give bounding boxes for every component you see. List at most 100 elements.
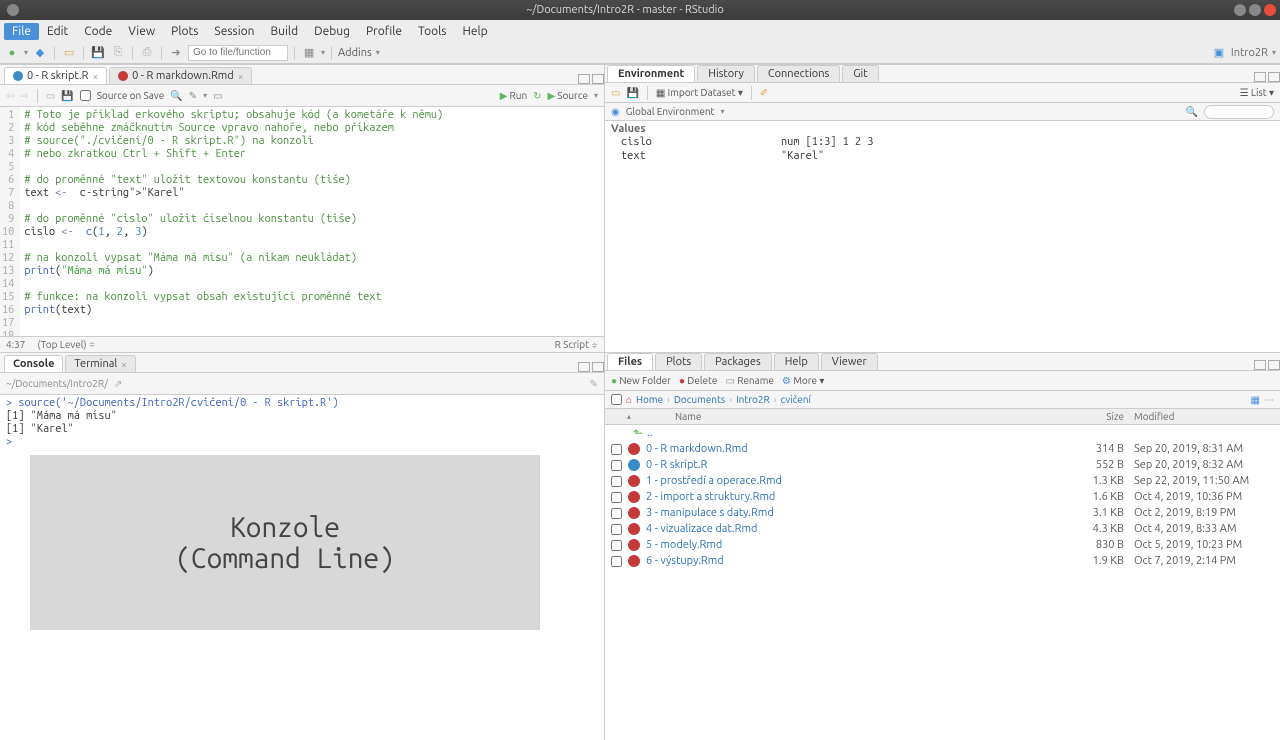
save-workspace-icon[interactable]: 💾 (626, 87, 638, 99)
menu-build[interactable]: Build (263, 23, 307, 40)
file-row[interactable]: 5 - modely.Rmd830 BOct 5, 2019, 10:23 PM (605, 537, 1280, 553)
file-row[interactable]: 2 - import a struktury.Rmd1.6 KBOct 4, 2… (605, 489, 1280, 505)
rename-button[interactable]: ▭ Rename (725, 375, 773, 387)
code-editor[interactable]: 123456789101112131415161718 # Toto je př… (0, 107, 604, 336)
col-size[interactable]: Size (1044, 411, 1124, 422)
file-name[interactable]: 6 - výstupy.Rmd (646, 555, 1044, 567)
wand-icon[interactable]: ✎ (189, 90, 197, 102)
file-name[interactable]: 1 - prostředí a operace.Rmd (646, 475, 1044, 487)
file-checkbox[interactable] (611, 444, 622, 455)
show-in-new-icon[interactable]: ▭ (46, 90, 55, 102)
goto-input[interactable] (188, 45, 288, 61)
tab-packages[interactable]: Packages (704, 353, 772, 370)
tab-help[interactable]: Help (774, 353, 819, 370)
file-row[interactable]: 0 - R skript.R552 BSep 20, 2019, 8:32 AM (605, 457, 1280, 473)
tab-viewer[interactable]: Viewer (821, 353, 878, 370)
tab-connections[interactable]: Connections (757, 65, 840, 82)
col-name[interactable]: Name (635, 411, 1044, 422)
menu-session[interactable]: Session (206, 23, 262, 40)
col-modified[interactable]: Modified (1124, 411, 1274, 422)
save-icon[interactable]: 💾 (61, 90, 73, 102)
more-button[interactable]: ⚙ More ▾ (782, 375, 824, 387)
list-view-button[interactable]: ☰ List ▾ (1240, 87, 1274, 99)
menu-plots[interactable]: Plots (163, 23, 206, 40)
breadcrumb-intro2r[interactable]: Intro2R (736, 394, 770, 405)
breadcrumb-cviceni[interactable]: cvičení (781, 394, 811, 405)
minimize-pane-icon[interactable] (578, 362, 590, 372)
minimize-button[interactable] (1234, 4, 1246, 16)
env-scope-selector[interactable]: Global Environment (626, 106, 715, 117)
tab-rmd[interactable]: 0 - R markdown.Rmd × (109, 67, 252, 84)
menu-file[interactable]: File (4, 23, 39, 40)
find-icon[interactable]: 🔍 (170, 90, 182, 102)
file-name[interactable]: 0 - R markdown.Rmd (646, 443, 1044, 455)
console-popout-icon[interactable]: ⇗ (114, 378, 122, 390)
minimize-pane-icon[interactable] (578, 74, 590, 84)
file-name[interactable]: 4 - vizualizace dat.Rmd (646, 523, 1044, 535)
maximize-button[interactable] (1249, 4, 1261, 16)
source-on-save-checkbox[interactable] (80, 90, 91, 101)
file-checkbox[interactable] (611, 460, 622, 471)
file-checkbox[interactable] (611, 492, 622, 503)
back-icon[interactable]: ⇦ (6, 90, 14, 102)
project-name[interactable]: Intro2R (1231, 47, 1268, 59)
tab-console[interactable]: Console (4, 355, 63, 372)
file-name[interactable]: 5 - modely.Rmd (646, 539, 1044, 551)
tab-git[interactable]: Git (842, 65, 878, 82)
rerun-icon[interactable]: ↻ (533, 90, 541, 102)
tab-r-script[interactable]: 0 - R skript.R × (4, 67, 107, 84)
forward-icon[interactable]: ⇨ (20, 90, 28, 102)
file-checkbox[interactable] (611, 524, 622, 535)
file-row[interactable]: 6 - výstupy.Rmd1.9 KBOct 7, 2019, 2:14 P… (605, 553, 1280, 569)
env-variable[interactable]: text"Karel" (611, 149, 1274, 163)
maximize-pane-icon[interactable] (1268, 72, 1280, 82)
breadcrumb-home[interactable]: Home (636, 394, 663, 405)
more-icon[interactable]: ⋯ (1264, 394, 1274, 406)
menu-code[interactable]: Code (76, 23, 120, 40)
search-input[interactable] (1204, 105, 1274, 119)
file-row-up[interactable]: ⬑ .. (605, 425, 1280, 441)
report-icon[interactable]: ▭ (213, 90, 222, 102)
menu-help[interactable]: Help (454, 23, 495, 40)
scope-label[interactable]: (Top Level) (37, 339, 86, 350)
tab-plots[interactable]: Plots (655, 353, 702, 370)
menu-profile[interactable]: Profile (358, 23, 410, 40)
menu-edit[interactable]: Edit (39, 23, 76, 40)
menu-debug[interactable]: Debug (306, 23, 358, 40)
source-button[interactable]: ▶Source (548, 90, 588, 102)
close-tab-icon[interactable]: × (238, 71, 244, 82)
file-row[interactable]: 3 - manipulace s daty.Rmd3.1 KBOct 2, 20… (605, 505, 1280, 521)
breadcrumb-documents[interactable]: Documents (674, 394, 725, 405)
clear-env-icon[interactable]: ✐ (760, 87, 768, 99)
file-row[interactable]: 4 - vizualizace dat.Rmd4.3 KBOct 4, 2019… (605, 521, 1280, 537)
file-name[interactable]: 3 - manipulace s daty.Rmd (646, 507, 1044, 519)
menu-tools[interactable]: Tools (410, 23, 455, 40)
tab-terminal[interactable]: Terminal× (65, 355, 135, 372)
env-variable[interactable]: cislonum [1:3] 1 2 3 (611, 135, 1274, 149)
tab-environment[interactable]: Environment (607, 65, 695, 82)
select-all-checkbox[interactable] (611, 394, 622, 405)
maximize-pane-icon[interactable] (592, 362, 604, 372)
tab-files[interactable]: Files (607, 353, 653, 370)
minimize-pane-icon[interactable] (1254, 360, 1266, 370)
file-checkbox[interactable] (611, 508, 622, 519)
file-row[interactable]: 0 - R markdown.Rmd314 BSep 20, 2019, 8:3… (605, 441, 1280, 457)
close-tab-icon[interactable]: × (92, 71, 98, 82)
save-icon[interactable]: 💾 (90, 45, 106, 61)
open-file-icon[interactable]: ▭ (61, 45, 77, 61)
goto-icon[interactable]: ➜ (168, 45, 184, 61)
file-checkbox[interactable] (611, 540, 622, 551)
grid-icon[interactable]: ▦ (301, 45, 317, 61)
file-name[interactable]: 2 - import a struktury.Rmd (646, 491, 1044, 503)
up-folder-icon[interactable]: ⬑ (633, 426, 643, 440)
import-dataset-button[interactable]: ▦ Import Dataset ▾ (656, 87, 743, 99)
file-name[interactable]: 0 - R skript.R (646, 459, 1044, 471)
project-icon[interactable]: ▣ (1211, 45, 1227, 61)
new-folder-button[interactable]: ● New Folder (611, 375, 671, 387)
file-checkbox[interactable] (611, 556, 622, 567)
delete-button[interactable]: ● Delete (679, 375, 718, 387)
close-button[interactable] (1264, 4, 1276, 16)
global-env-icon[interactable]: ◉ (611, 106, 620, 118)
run-button[interactable]: ▶Run (500, 90, 527, 102)
home-icon[interactable]: ⌂ (626, 394, 632, 406)
